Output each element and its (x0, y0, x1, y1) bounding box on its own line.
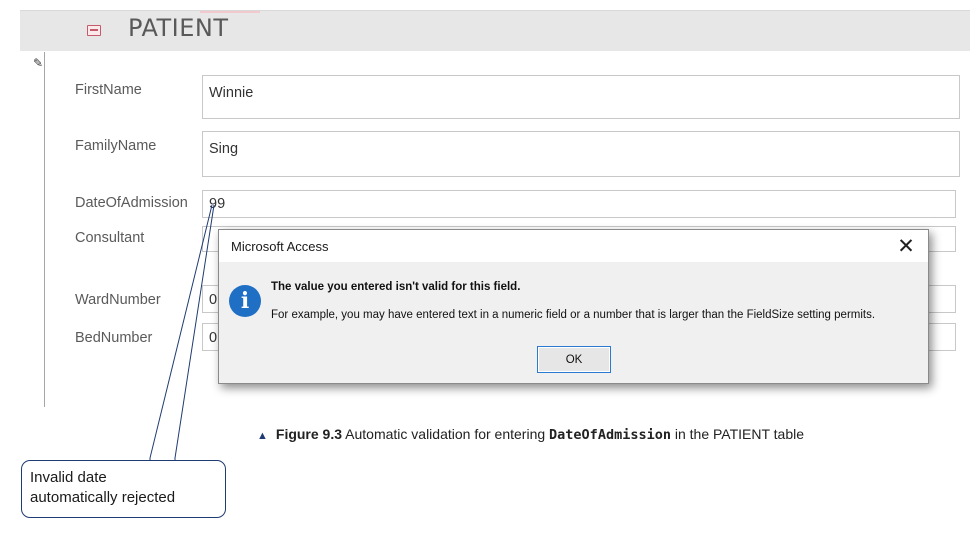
callout-line-1: Invalid date (30, 469, 107, 486)
callout-line-2: automatically rejected (30, 489, 176, 506)
callout-box: Invalid date automatically rejected (21, 460, 226, 518)
